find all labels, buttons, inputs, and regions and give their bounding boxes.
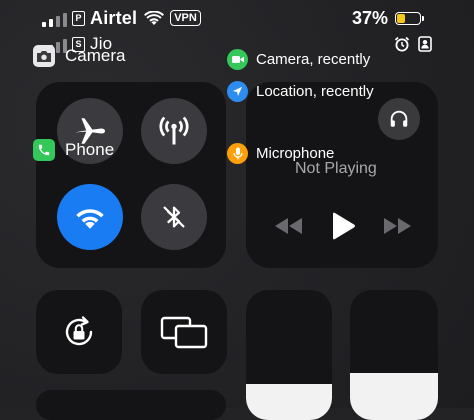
battery-icon bbox=[395, 11, 425, 25]
fast-forward-button[interactable] bbox=[380, 216, 414, 236]
contact-card-icon bbox=[418, 36, 432, 52]
bluetooth-icon bbox=[163, 206, 185, 228]
phone-app-icon bbox=[33, 139, 55, 161]
focus-module[interactable] bbox=[36, 390, 226, 420]
rotation-lock-icon bbox=[65, 316, 93, 346]
microphone-privacy-indicator: Microphone bbox=[227, 143, 334, 164]
sim1-badge: P bbox=[72, 10, 85, 26]
volume-slider[interactable] bbox=[350, 290, 438, 420]
sim1-signal-icon bbox=[42, 9, 67, 27]
location-arrow-icon bbox=[227, 81, 248, 102]
orientation-lock-toggle[interactable] bbox=[36, 290, 122, 374]
camera-indicator-icon bbox=[227, 49, 248, 70]
brightness-level bbox=[246, 383, 332, 420]
wifi-icon bbox=[76, 209, 104, 229]
brightness-slider[interactable] bbox=[246, 290, 332, 420]
cellular-antenna-icon bbox=[159, 116, 189, 145]
status-indicators bbox=[394, 36, 432, 52]
vpn-badge: VPN bbox=[170, 10, 201, 26]
microphone-icon bbox=[227, 143, 248, 164]
play-button[interactable] bbox=[330, 212, 356, 240]
battery-percentage: 37% bbox=[352, 7, 389, 28]
camera-app-label: Camera bbox=[33, 45, 125, 67]
screen-mirroring-button[interactable] bbox=[141, 290, 227, 374]
cellular-data-toggle[interactable] bbox=[141, 98, 207, 164]
carrier-name-primary: Airtel bbox=[90, 7, 138, 28]
status-bar-left: P Airtel VPN bbox=[42, 6, 201, 30]
camera-privacy-indicator: Camera, recently bbox=[227, 49, 370, 70]
status-bar-right: 37% bbox=[352, 6, 425, 30]
phone-app-label: Phone bbox=[33, 139, 114, 161]
wifi-status-icon bbox=[144, 10, 165, 25]
rewind-button[interactable] bbox=[272, 216, 306, 236]
screen-mirroring-icon bbox=[160, 316, 208, 349]
audio-output-button[interactable] bbox=[378, 98, 420, 140]
location-privacy-indicator: Location, recently bbox=[227, 81, 374, 102]
volume-level bbox=[350, 373, 438, 420]
bluetooth-toggle[interactable] bbox=[141, 184, 207, 250]
wifi-toggle[interactable] bbox=[57, 184, 123, 250]
alarm-clock-icon bbox=[394, 36, 410, 52]
camera-app-icon bbox=[33, 45, 55, 67]
headphones-icon bbox=[390, 110, 408, 127]
